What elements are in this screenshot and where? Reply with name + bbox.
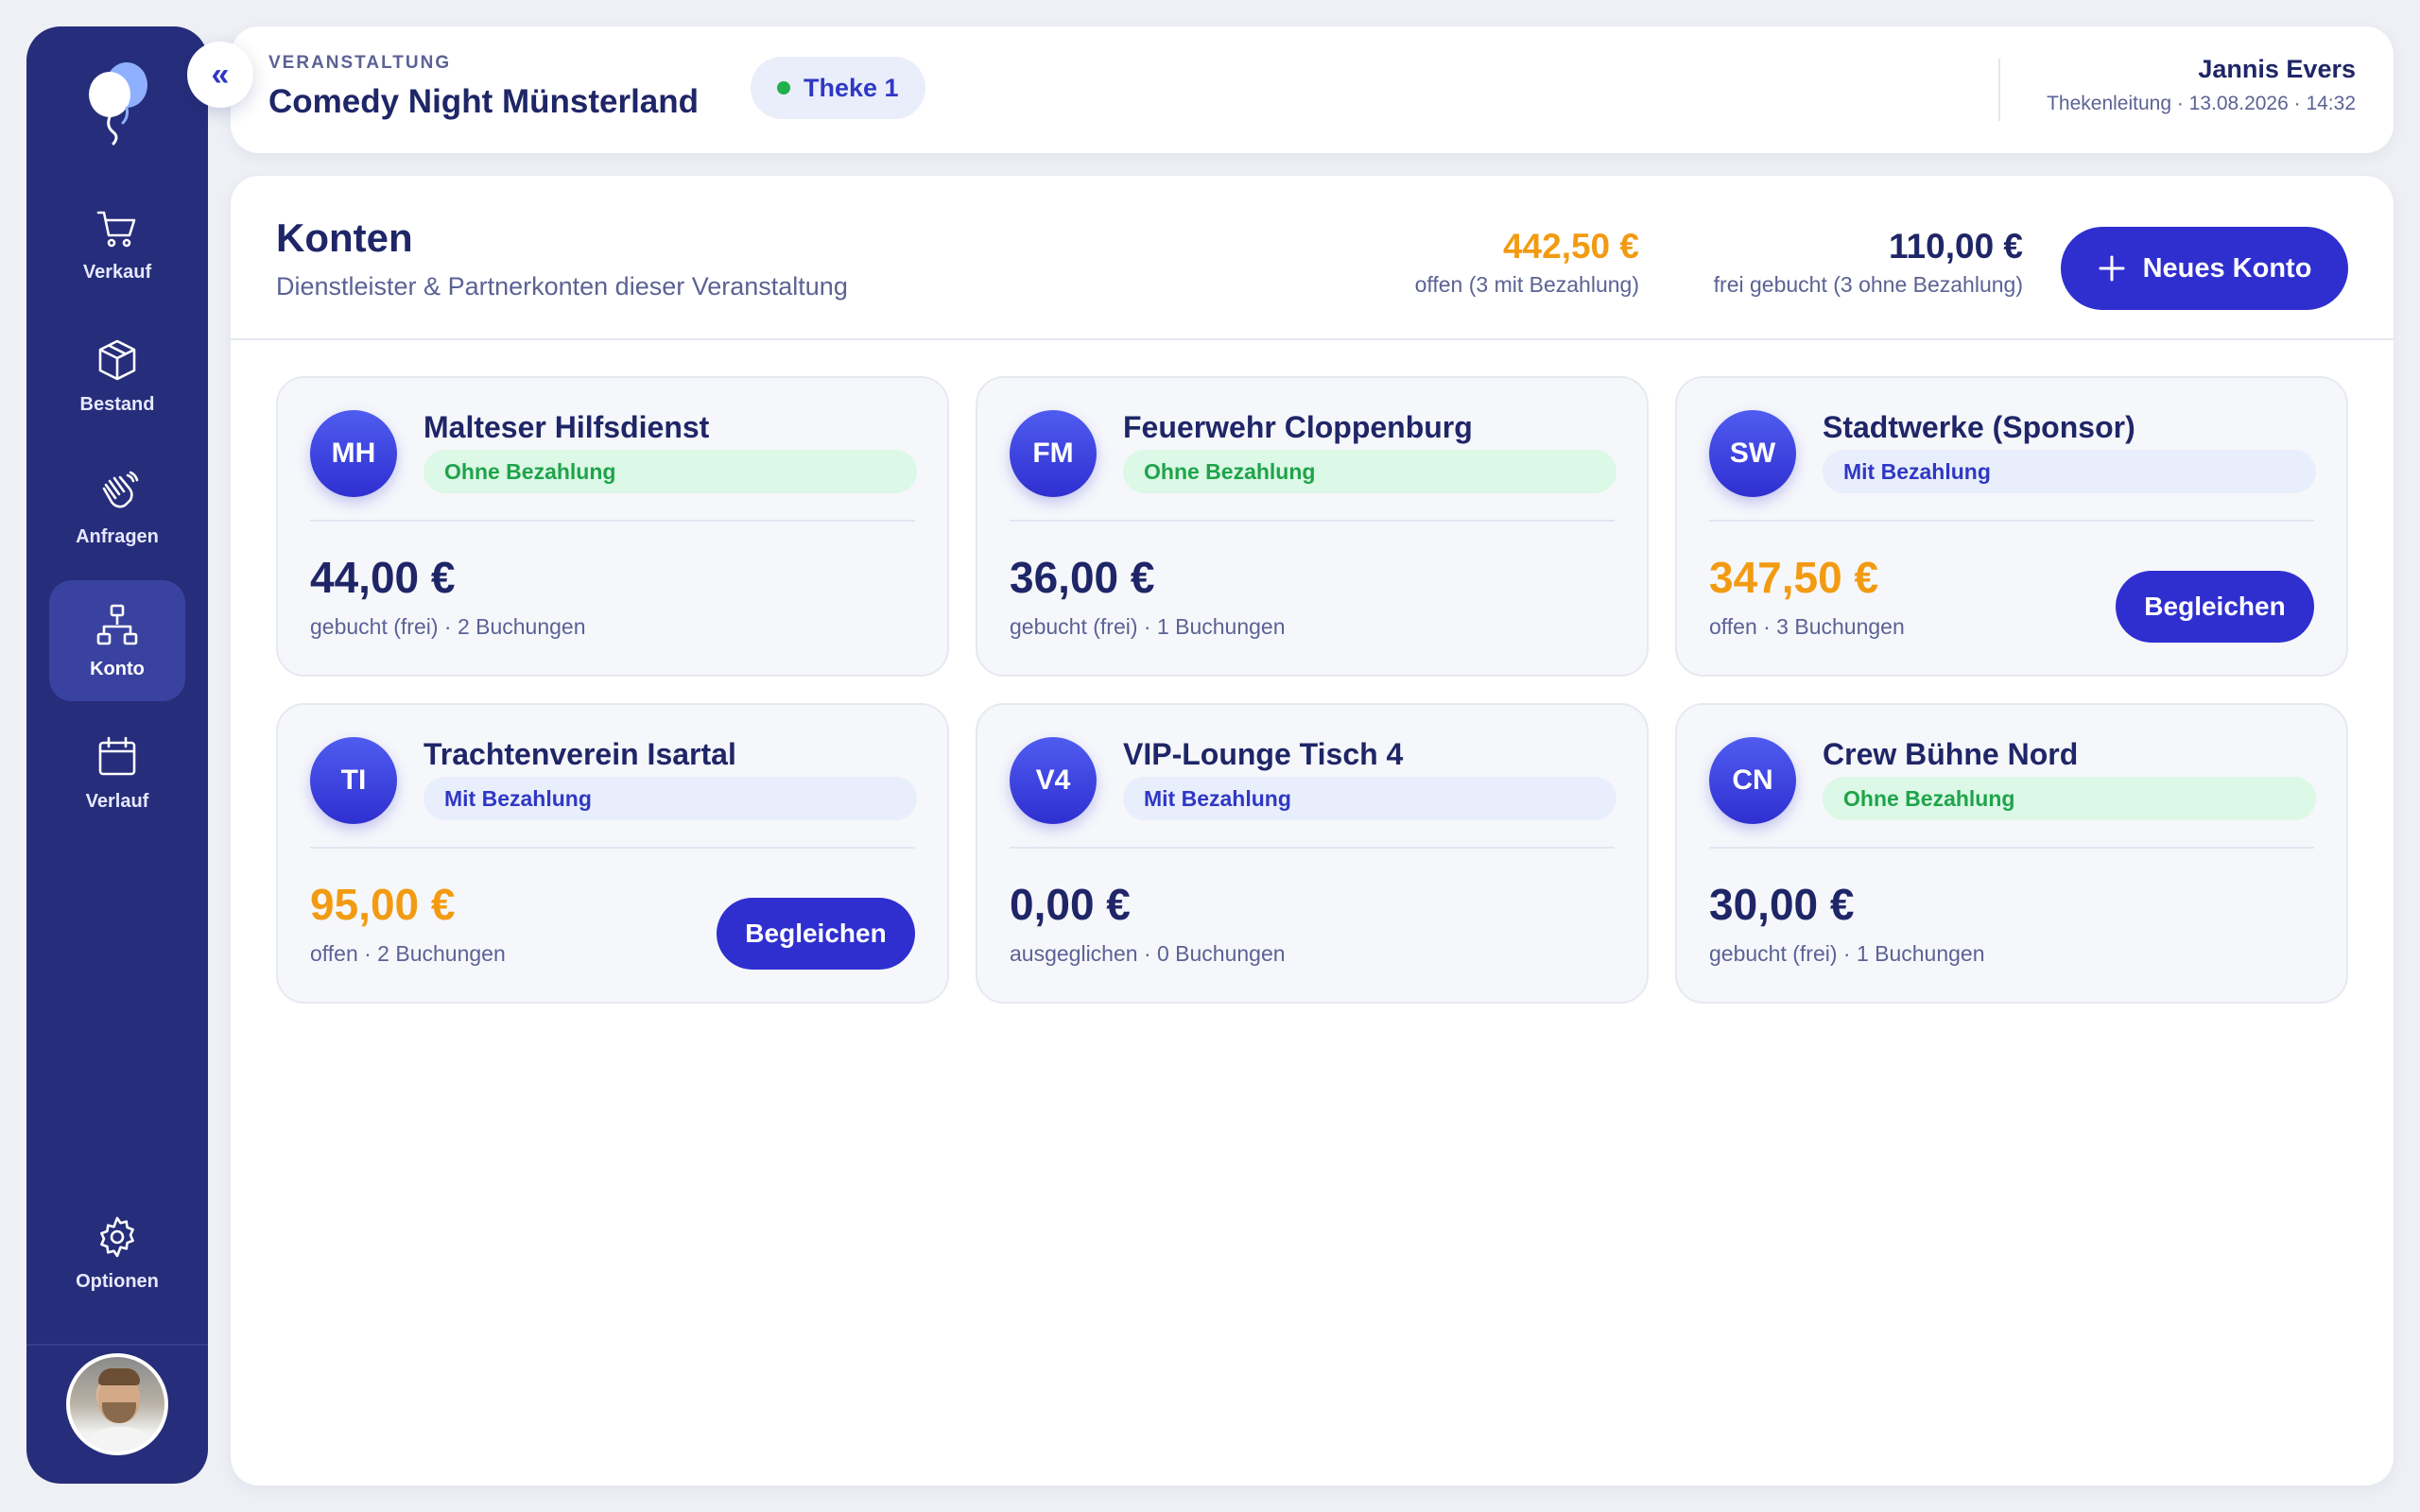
payment-badge: Ohne Bezahlung — [1123, 450, 1616, 493]
stat-free: 110,00 € frei gebucht (3 ohne Bezahlung) — [1714, 227, 2023, 298]
card-divider — [1709, 847, 2314, 849]
account-initials: SW — [1709, 410, 1796, 497]
user-name[interactable]: Jannis Evers — [2198, 55, 2356, 84]
event-header: VERANSTALTUNG Comedy Night Münsterland T… — [231, 26, 2394, 153]
hands-icon — [102, 471, 139, 507]
account-amount: 44,00 € — [310, 553, 456, 602]
accounts-panel: Konten Dienstleister & Partnerkonten die… — [231, 176, 2394, 1486]
sidebar-item-verlauf[interactable]: Verlauf — [49, 713, 185, 833]
account-meta: gebucht (frei) · 1 Buchungen — [1010, 614, 1286, 639]
header-divider — [1998, 59, 2000, 121]
sidebar-item-label: Optionen — [76, 1270, 159, 1292]
sidebar-item-konto[interactable]: Konto — [49, 580, 185, 701]
account-meta: ausgeglichen · 0 Buchungen — [1010, 941, 1286, 966]
avatar[interactable] — [66, 1353, 168, 1455]
box-icon — [98, 339, 136, 380]
sidebar-item-label: Verlauf — [85, 790, 149, 812]
account-amount: 95,00 € — [310, 880, 456, 929]
new-account-button[interactable]: Neues Konto — [2061, 227, 2348, 310]
balloon-logo-icon — [89, 62, 147, 146]
counter-selector[interactable]: Theke 1 — [751, 57, 925, 119]
new-account-label: Neues Konto — [2142, 252, 2312, 284]
counter-label: Theke 1 — [804, 73, 899, 102]
account-card[interactable]: MH Malteser Hilfsdienst Ohne Bezahlung 4… — [276, 376, 949, 677]
user-meta: Thekenleitung · 13.08.2026 · 14:32 — [2047, 93, 2356, 114]
collapse-sidebar-button[interactable]: « — [187, 42, 253, 108]
sidebar-divider — [26, 1344, 208, 1346]
page-subtitle: Dienstleister & Partnerkonten dieser Ver… — [276, 272, 848, 301]
card-divider — [1010, 847, 1615, 849]
card-divider — [1010, 520, 1615, 522]
account-amount: 30,00 € — [1709, 880, 1855, 929]
accounts-grid: MH Malteser Hilfsdienst Ohne Bezahlung 4… — [276, 376, 2348, 1004]
sidebar-item-label: Konto — [90, 658, 145, 679]
sidebar-item-anfragen[interactable]: Anfragen — [49, 448, 185, 569]
network-icon — [96, 604, 138, 644]
payment-badge: Mit Bezahlung — [1123, 777, 1616, 820]
account-initials: CN — [1709, 737, 1796, 824]
plus-icon — [2099, 255, 2125, 282]
settle-button[interactable]: Begleichen — [2116, 571, 2314, 643]
account-card[interactable]: SW Stadtwerke (Sponsor) Mit Bezahlung 34… — [1675, 376, 2348, 677]
sidebar-item-label: Verkauf — [82, 261, 152, 283]
account-name: Malteser Hilfsdienst — [424, 410, 710, 444]
account-meta: offen · 3 Buchungen — [1709, 614, 1905, 639]
calendar-icon — [98, 736, 136, 775]
account-meta: gebucht (frei) · 1 Buchungen — [1709, 941, 1985, 966]
account-initials: MH — [310, 410, 397, 497]
account-initials: TI — [310, 737, 397, 824]
card-divider — [310, 847, 915, 849]
payment-badge: Ohne Bezahlung — [1823, 777, 2316, 820]
account-initials: FM — [1010, 410, 1097, 497]
status-dot-icon — [777, 81, 790, 94]
gear-icon — [100, 1216, 134, 1257]
stat-open-label: offen (3 mit Bezahlung) — [1414, 272, 1639, 297]
event-label: VERANSTALTUNG — [268, 53, 452, 73]
cart-icon — [96, 211, 136, 247]
sidebar-item-verkauf[interactable]: Verkauf — [49, 183, 185, 304]
page-title: Konten — [276, 215, 413, 260]
account-card[interactable]: FM Feuerwehr Cloppenburg Ohne Bezahlung … — [976, 376, 1649, 677]
account-name: VIP-Lounge Tisch 4 — [1123, 737, 1404, 771]
settle-button[interactable]: Begleichen — [717, 898, 915, 970]
account-name: Trachtenverein Isartal — [424, 737, 736, 771]
account-card[interactable]: V4 VIP-Lounge Tisch 4 Mit Bezahlung 0,00… — [976, 703, 1649, 1004]
payment-badge: Mit Bezahlung — [424, 777, 917, 820]
sidebar-nav: Verkauf Bestand Anfragen Konto Verlauf — [26, 183, 208, 833]
stat-open: 442,50 € offen (3 mit Bezahlung) — [1415, 227, 1639, 298]
sidebar-item-label: Anfragen — [76, 525, 159, 547]
payment-badge: Mit Bezahlung — [1823, 450, 2316, 493]
accounts-panel-header: Konten Dienstleister & Partnerkonten die… — [231, 176, 2394, 340]
stat-free-label: frei gebucht (3 ohne Bezahlung) — [1713, 272, 2023, 297]
payment-badge: Ohne Bezahlung — [424, 450, 917, 493]
account-name: Stadtwerke (Sponsor) — [1823, 410, 2135, 444]
account-amount: 0,00 € — [1010, 880, 1131, 929]
card-divider — [310, 520, 915, 522]
account-card[interactable]: TI Trachtenverein Isartal Mit Bezahlung … — [276, 703, 949, 1004]
account-name: Feuerwehr Cloppenburg — [1123, 410, 1473, 444]
account-card[interactable]: CN Crew Bühne Nord Ohne Bezahlung 30,00 … — [1675, 703, 2348, 1004]
stat-free-value: 110,00 € — [1889, 227, 2023, 266]
account-amount: 36,00 € — [1010, 553, 1155, 602]
account-meta: gebucht (frei) · 2 Buchungen — [310, 614, 586, 639]
card-divider — [1709, 520, 2314, 522]
sidebar-item-optionen[interactable]: Optionen — [49, 1193, 185, 1314]
stat-open-value: 442,50 € — [1502, 227, 1639, 266]
account-initials: V4 — [1010, 737, 1097, 824]
sidebar-item-label: Bestand — [79, 393, 155, 415]
sidebar: « Verkauf Bestand Anfragen Konto Verlauf… — [26, 26, 253, 1484]
account-meta: offen · 2 Buchungen — [310, 941, 506, 966]
account-name: Crew Bühne Nord — [1823, 737, 2079, 771]
sidebar-item-bestand[interactable]: Bestand — [49, 316, 185, 437]
event-title: Comedy Night Münsterland — [268, 83, 700, 120]
account-amount: 347,50 € — [1709, 553, 1879, 602]
